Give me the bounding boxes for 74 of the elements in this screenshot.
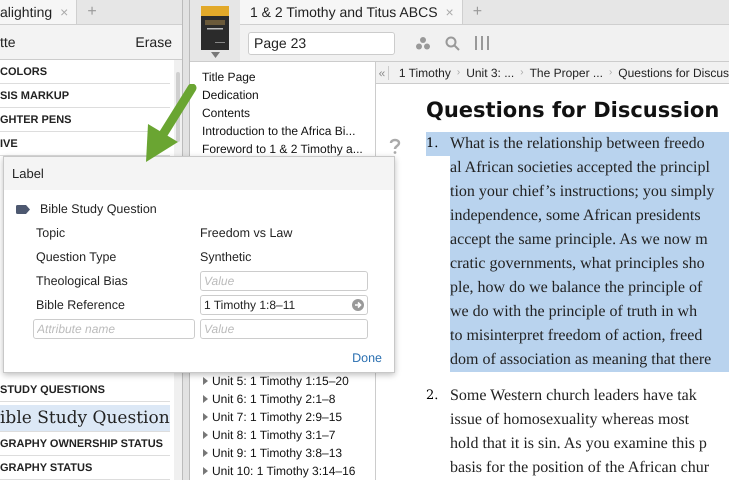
text-line: Some Western church leaders have tak <box>450 386 698 406</box>
section-heading[interactable]: IVE <box>0 138 18 150</box>
dropdown-icon[interactable] <box>210 52 220 58</box>
text-line: What is the relationship between freedo <box>450 134 706 154</box>
text-line: to misinterpret freedom of action, freed <box>450 326 704 346</box>
expand-icon[interactable] <box>202 395 209 403</box>
text-line: ple, how do we balance the principle of <box>450 278 704 298</box>
expand-icon[interactable] <box>202 377 209 385</box>
question-icon <box>389 138 401 154</box>
section-heading[interactable]: STUDY QUESTIONS <box>0 384 105 396</box>
value-field[interactable]: 1 Timothy 1:8–11 <box>200 295 368 315</box>
toc-item[interactable]: Dedication <box>202 86 375 104</box>
search-icon[interactable] <box>445 36 460 50</box>
book-cover-icon[interactable] <box>201 6 229 50</box>
text-line: we do with the principle of truth in wh <box>450 302 698 322</box>
attribute-name: Topic <box>35 226 66 240</box>
chevron-icon: › <box>608 67 612 78</box>
section-heading[interactable]: GHTER PENS <box>0 114 72 126</box>
done-button[interactable]: Done <box>352 351 382 365</box>
attribute-name: Bible Reference <box>35 298 126 312</box>
question-number: 1. <box>426 132 450 156</box>
expand-icon[interactable] <box>202 413 209 421</box>
question-number: 2. <box>426 387 440 405</box>
text-line: basis for the position of the African chur <box>450 458 710 478</box>
label-name: Bible Study Question <box>40 202 157 216</box>
toc-item[interactable]: Unit 5: 1 Timothy 1:15–20 <box>202 372 375 390</box>
style-item[interactable]: ible Study Question <box>0 405 170 432</box>
text-line: al African societies accepted the principl <box>450 158 711 178</box>
erase-button[interactable]: Erase <box>135 34 172 50</box>
section-heading[interactable]: GRAPHY STATUS <box>0 462 92 474</box>
attribute-name: Question Type <box>35 250 118 264</box>
label-tag-icon <box>16 204 30 214</box>
text-line: tion your chief’s instructions; you simply <box>450 182 716 202</box>
expand-icon[interactable] <box>202 431 209 439</box>
panel-tab[interactable]: alighting × <box>0 0 78 24</box>
toc-item[interactable]: Title Page <box>202 68 375 86</box>
chevron-icon: › <box>520 67 524 78</box>
toc-item[interactable]: Unit 9: 1 Timothy 3:8–13 <box>202 444 375 462</box>
section-heading[interactable]: GRAPHY OWNERSHIP STATUS <box>0 438 163 450</box>
section-heading: Questions for Discussion <box>426 97 720 124</box>
section-heading[interactable]: COLORS <box>0 66 48 78</box>
page-field[interactable]: Page 23 <box>248 32 395 54</box>
value-field[interactable]: Value <box>200 319 368 339</box>
expand-icon[interactable] <box>202 449 209 457</box>
toc-item[interactable]: Introduction to the Africa Bi... <box>202 122 375 140</box>
breadcrumb-link[interactable]: The Proper ... <box>530 66 603 80</box>
text-line: independence, some African presidents <box>450 206 702 226</box>
toc-item[interactable]: Foreword to 1 & 2 Timothy a... <box>202 140 375 158</box>
breadcrumb-link[interactable]: Questions for Discus <box>618 66 729 80</box>
attribute-name: Theological Bias <box>35 274 129 288</box>
value-field[interactable]: Value <box>200 271 368 291</box>
text-line: issue of homosexuality whereas most <box>450 410 690 430</box>
dots-icon[interactable] <box>415 36 431 50</box>
attribute-value: Freedom vs Law <box>200 226 292 240</box>
dialog-title: Label <box>12 166 44 181</box>
breadcrumb-link[interactable]: 1 Timothy <box>398 66 451 80</box>
book-tab[interactable]: 1 & 2 Timothy and Titus ABCS × <box>240 0 463 24</box>
toc-item[interactable]: Unit 6: 1 Timothy 2:1–8 <box>202 390 375 408</box>
text-line: cratic governments, what principles sho <box>450 254 706 274</box>
section-heading[interactable]: SIS MARKUP <box>0 90 70 102</box>
attribute-value: Synthetic <box>200 250 252 264</box>
toc-item[interactable]: Unit 7: 1 Timothy 2:9–15 <box>202 408 375 426</box>
toc-item[interactable]: Unit 10: 1 Timothy 3:14–16 <box>202 462 375 480</box>
expand-icon[interactable] <box>202 467 209 475</box>
toc-item[interactable]: Unit 8: 1 Timothy 3:1–7 <box>202 426 375 444</box>
text-line: dom of association as meaning that there <box>450 350 712 370</box>
columns-icon[interactable] <box>474 35 490 51</box>
panel-title: tte <box>0 34 16 50</box>
text-line: accept the same principle. As we now m <box>450 230 709 250</box>
arrow-circle-icon[interactable] <box>352 299 364 311</box>
toc-item[interactable]: Contents <box>202 104 375 122</box>
breadcrumb-link[interactable]: Unit 3: ... <box>466 66 514 80</box>
chevron-icon: › <box>456 67 460 78</box>
text-line: hold that it is sin. As you examine this p <box>450 434 708 454</box>
